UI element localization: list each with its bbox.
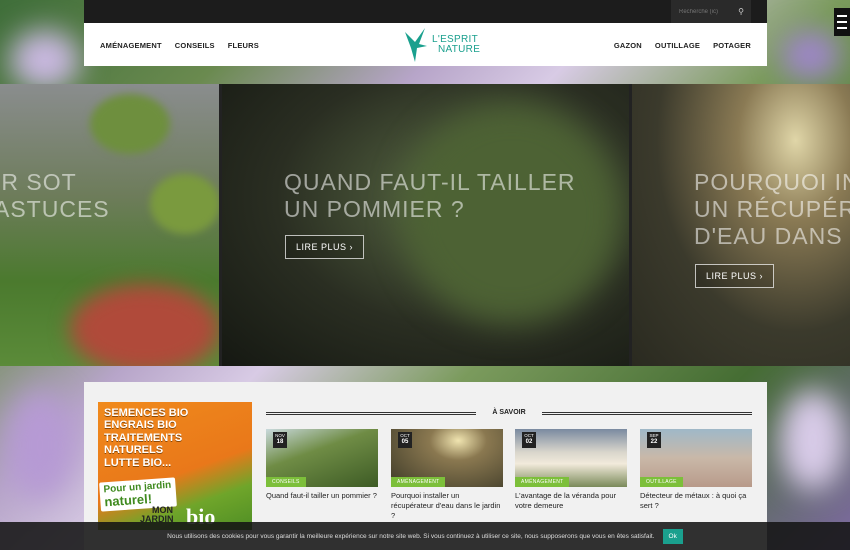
search-box[interactable]: ⚲ <box>671 0 751 23</box>
logo-line-2: NATURE <box>438 44 481 55</box>
nav-item-gazon[interactable]: GAZON <box>614 41 642 50</box>
background-flower <box>780 390 845 490</box>
nav-item-outillage[interactable]: OUTILLAGE <box>655 41 700 50</box>
article-title[interactable]: Pourquoi installer un récupérateur d'eau… <box>391 491 503 521</box>
article-thumbnail[interactable]: OCT 05 AMÉNAGEMENT <box>391 429 503 487</box>
article-thumbnail[interactable]: OCT 02 AMÉNAGEMENT <box>515 429 627 487</box>
ad-line: TRAITEMENTS <box>104 432 183 444</box>
article-card[interactable]: NOV 18 CONSEILS Quand faut-il tailler un … <box>266 429 378 501</box>
article-thumbnail[interactable]: NOV 18 CONSEILS <box>266 429 378 487</box>
nav-item-amenagement[interactable]: AMÉNAGEMENT <box>100 41 162 50</box>
date-badge: OCT 05 <box>398 432 412 448</box>
slide-3-title-line-2: UN RÉCUPÉR <box>694 196 850 222</box>
chevron-right-icon: › <box>759 271 764 281</box>
ad-line: LUTTE BIO... <box>104 457 172 469</box>
slide-3-title-line-1: POURQUOI IN <box>694 169 850 195</box>
slide-1[interactable]: IR SOT ASTUCES <box>0 84 219 366</box>
search-icon[interactable]: ⚲ <box>731 7 751 16</box>
main-nav-right: GAZON OUTILLAGE POTAGER <box>614 41 751 50</box>
date-badge: NOV 18 <box>273 432 287 448</box>
article-card[interactable]: OCT 05 AMÉNAGEMENT Pourquoi installer un … <box>391 429 503 521</box>
site-header: AMÉNAGEMENT CONSEILS FLEURS L'ESPRIT NAT… <box>84 23 767 66</box>
article-thumbnail[interactable]: SEP 22 OUTILLAGE <box>640 429 752 487</box>
slide-3-title-line-3: D'EAU DANS L <box>694 223 850 249</box>
date-badge: SEP 22 <box>647 432 661 448</box>
category-badge[interactable]: AMÉNAGEMENT <box>391 477 446 487</box>
nav-item-potager[interactable]: POTAGER <box>713 41 751 50</box>
cookie-ok-button[interactable]: Ok <box>662 528 683 544</box>
category-badge[interactable]: OUTILLAGE <box>640 477 683 487</box>
section-header: À SAVOIR <box>266 408 752 420</box>
ad-line: NATURELS <box>104 444 164 456</box>
top-bar: ⚲ <box>84 0 767 23</box>
slide-1-title-line-2: ASTUCES <box>0 196 110 222</box>
article-title[interactable]: L'avantage de la véranda pour votre deme… <box>515 491 627 511</box>
cookie-banner: Nous utilisons des cookies pour vous gar… <box>0 522 850 550</box>
article-title[interactable]: Quand faut-il tailler un pommier ? <box>266 491 378 501</box>
ad-line: ENGRAIS BIO <box>104 419 177 431</box>
background-flower <box>5 390 75 500</box>
chevron-right-icon: › <box>349 242 354 252</box>
slide-1-title-line-1: IR SOT <box>0 169 77 195</box>
menu-toggle-button[interactable] <box>834 8 850 36</box>
featured-slider: IR SOT ASTUCES QUAND FAUT-IL TAILLER UN … <box>0 84 850 366</box>
slide-2-title-line-2: UN POMMIER ? <box>284 196 465 222</box>
category-badge[interactable]: AMÉNAGEMENT <box>515 477 570 487</box>
read-more-label: LIRE PLUS <box>706 271 757 281</box>
date-badge: OCT 02 <box>522 432 536 448</box>
site-logo[interactable]: L'ESPRIT NATURE <box>401 25 481 65</box>
slide-2[interactable]: QUAND FAUT-IL TAILLER UN POMMIER ? LIRE … <box>222 84 629 366</box>
background-flower <box>10 30 80 90</box>
search-input[interactable] <box>671 8 731 15</box>
article-title[interactable]: Détecteur de métaux : à quoi ça sert ? <box>640 491 752 511</box>
read-more-button[interactable]: LIRE PLUS › <box>285 235 365 259</box>
article-card[interactable]: OCT 02 AMÉNAGEMENT L'avantage de la véran… <box>515 429 627 511</box>
slide-2-title-line-1: QUAND FAUT-IL TAILLER <box>284 169 576 195</box>
background-flower <box>780 30 840 80</box>
read-more-label: LIRE PLUS <box>296 242 347 252</box>
hummingbird-icon <box>405 28 427 62</box>
article-card[interactable]: SEP 22 OUTILLAGE Détecteur de métaux : à … <box>640 429 752 511</box>
read-more-button[interactable]: LIRE PLUS › <box>695 264 775 288</box>
category-badge[interactable]: CONSEILS <box>266 477 306 487</box>
cookie-message: Nous utilisons des cookies pour vous gar… <box>167 532 655 540</box>
nav-item-conseils[interactable]: CONSEILS <box>175 41 215 50</box>
main-nav-left: AMÉNAGEMENT CONSEILS FLEURS <box>100 41 259 50</box>
slide-3[interactable]: POURQUOI IN UN RÉCUPÉR D'EAU DANS L LIRE… <box>632 84 850 366</box>
ad-line: SEMENCES BIO <box>104 407 189 419</box>
ad-banner[interactable]: SEMENCES BIO ENGRAIS BIO TRAITEMENTS NAT… <box>98 402 252 530</box>
nav-item-fleurs[interactable]: FLEURS <box>228 41 259 50</box>
